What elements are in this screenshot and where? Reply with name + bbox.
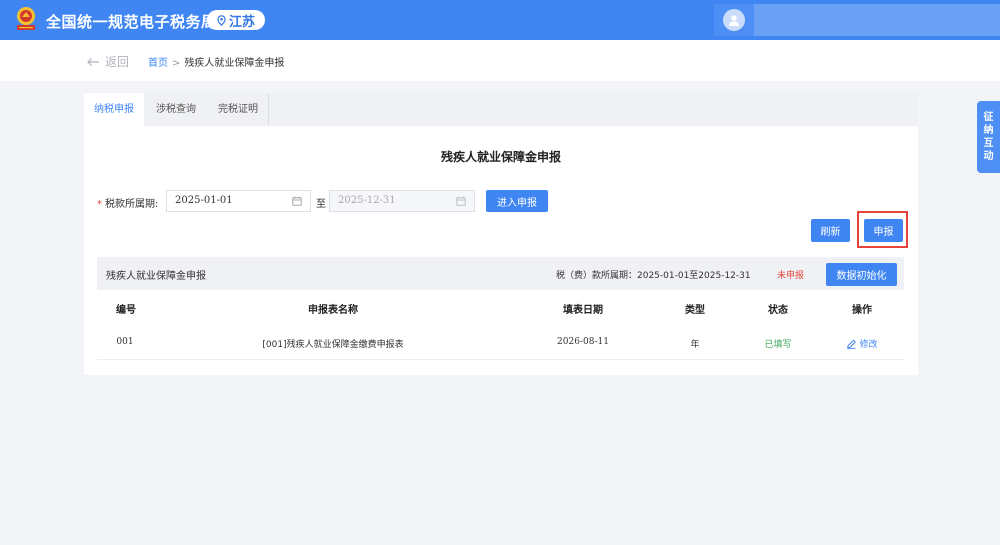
side-float-char: 动 [983,151,994,162]
period-label: * 税款所属期: [97,195,158,210]
row-type: 年 [690,340,700,350]
declare-button[interactable]: 申报 [864,219,903,242]
table-row: 001 [001]残疾人就业保障金缴费申报表 2026-08-11 年 已填写 … [97,324,904,360]
back-button[interactable]: 返回 [86,53,129,70]
status-badge: 未申报 [777,271,805,281]
top-bar: 全国统一规范电子税务局 江苏 [0,0,1000,40]
column-header-status: 状态 [768,305,788,316]
breadcrumb: 首页 > 残疾人就业保障金申报 [148,54,284,69]
column-header-action: 操作 [852,305,872,316]
column-header-type: 类型 [685,305,705,316]
column-header-form-name: 申报表名称 [308,305,358,316]
section-period: 税（费）款所属期：2025-01-01至2025-12-31 [556,271,751,281]
side-float-char: 征 [983,112,994,123]
side-float-char: 互 [983,138,994,149]
period-label-text: 税款所属期: [105,199,159,210]
tax-emblem-logo [17,7,35,30]
form-title: 残疾人就业保障金申报 [440,150,561,164]
tab-tax-query[interactable]: 涉税查询 [146,93,206,126]
column-header-fill-date: 填表日期 [563,305,603,316]
row-form-name: [001]残疾人就业保障金缴费申报表 [262,340,404,350]
start-date-input[interactable]: 2025-01-01 [166,190,311,212]
pencil-icon [847,339,856,349]
main-panel: 纳税申报 涉税查询 完税证明 残疾人就业保障金申报 * 税款所属期: 2025-0… [84,93,918,375]
tab-tax-declaration[interactable]: 纳税申报 [84,93,144,126]
edit-link[interactable]: 修改 [846,337,878,350]
breadcrumb-home[interactable]: 首页 [148,58,168,69]
breadcrumb-bar: 返回 首页 > 残疾人就业保障金申报 [0,40,1000,81]
tax-interaction-float-button[interactable]: 征 纳 互 动 [977,101,1000,173]
edit-label: 修改 [859,340,878,350]
tab-tax-certificate[interactable]: 完税证明 [208,93,268,126]
to-label: 至 [316,199,326,210]
column-header-id: 编号 [116,305,136,316]
breadcrumb-current: 残疾人就业保障金申报 [184,58,285,69]
end-date-value: 2025-12-31 [338,195,396,206]
user-icon [728,15,740,26]
arrow-left-icon [87,57,99,66]
required-mark: * [97,199,102,210]
end-date-input: 2025-12-31 [329,190,475,212]
side-float-char: 纳 [983,125,994,136]
region-name: 江苏 [228,14,255,30]
row-id: 001 [116,337,134,347]
location-pin-icon [217,14,226,26]
refresh-button[interactable]: 刷新 [811,219,850,242]
region-selector[interactable]: 江苏 [207,10,265,30]
data-init-button[interactable]: 数据初始化 [826,263,897,286]
enter-declaration-button[interactable]: 进入申报 [486,190,548,212]
row-status: 已填写 [764,340,792,350]
avatar-container [714,4,754,36]
site-title: 全国统一规范电子税务局 [46,13,217,31]
breadcrumb-separator: > [172,58,181,69]
tab-bar: 纳税申报 涉税查询 完税证明 [84,93,918,126]
start-date-value: 2025-01-01 [175,195,233,206]
tab-divider [268,93,269,126]
calendar-icon [292,196,302,206]
avatar[interactable] [723,9,745,31]
user-menu[interactable] [714,4,1000,36]
calendar-icon [456,196,466,206]
row-fill-date: 2026-08-11 [557,337,609,347]
section-header: 残疾人就业保障金申报 税（费）款所属期：2025-01-01至2025-12-3… [97,257,904,290]
table-header: 编号 申报表名称 填表日期 类型 状态 操作 [97,290,904,324]
section-title: 残疾人就业保障金申报 [106,271,206,282]
back-label: 返回 [105,55,130,69]
